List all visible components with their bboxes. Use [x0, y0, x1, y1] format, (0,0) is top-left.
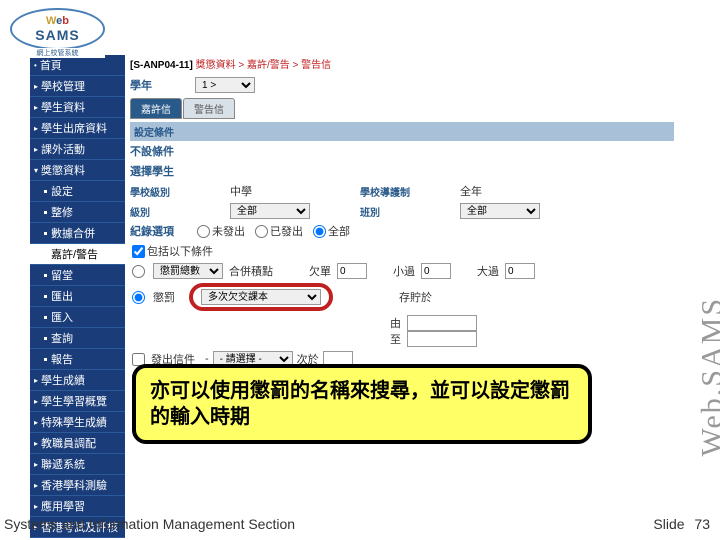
sidebar-item[interactable]: 匯出	[30, 286, 125, 307]
breadcrumb: [S-ANP04-11] 獎懲資料 > 嘉許/警告 > 警告信	[130, 56, 674, 71]
year-label: 學年	[130, 77, 195, 93]
tab-commend[interactable]: 嘉許信	[130, 98, 182, 119]
sidebar-item[interactable]: ▾獎懲資料	[30, 160, 125, 181]
tab-bar: 嘉許信 警告信	[130, 98, 674, 119]
level-value: 中學	[230, 183, 340, 199]
class-select[interactable]: 全部	[230, 203, 310, 219]
input-l1[interactable]	[337, 263, 367, 279]
record-label: 紀錄選項	[130, 223, 195, 239]
date-to[interactable]	[407, 331, 477, 347]
radio-puntotal[interactable]	[132, 265, 145, 278]
include-label: 包括以下條件	[147, 243, 213, 259]
teacher-value: 全年	[460, 183, 570, 199]
puntotal-select[interactable]: 懲罰總數	[153, 263, 223, 279]
sidebar-item[interactable]: ▸教職員調配	[30, 433, 125, 454]
highlight-punishment: 多次欠交課本	[189, 283, 333, 311]
tab-warn[interactable]: 警告信	[183, 98, 235, 119]
footer-left: Systems and Information Management Secti…	[4, 516, 295, 532]
sidebar-item[interactable]: ▸學生學習概覽	[30, 391, 125, 412]
sidebar-item[interactable]: 設定	[30, 181, 125, 202]
class-label: 級別	[130, 204, 210, 219]
sidebar-item[interactable]: 匯入	[30, 307, 125, 328]
sidebar-item[interactable]: 留堂	[30, 265, 125, 286]
sidebar-item[interactable]: ▸香港學科測驗	[30, 475, 125, 496]
sidebar-item[interactable]: ▸學生成績	[30, 370, 125, 391]
opt-sel: 選擇學生	[130, 163, 195, 179]
sidebar-item[interactable]: ▸學生出席資料	[30, 118, 125, 139]
opt-free: 不設條件	[130, 143, 195, 159]
slide-footer: Systems and Information Management Secti…	[4, 516, 710, 532]
sidebar-item[interactable]: ▸學生資料	[30, 97, 125, 118]
sidebar-item[interactable]: 查詢	[30, 328, 125, 349]
sidebar-item[interactable]: ▸特殊學生成績	[30, 412, 125, 433]
year-select[interactable]: 1 >	[195, 77, 255, 93]
input-l3[interactable]	[505, 263, 535, 279]
sidebar-item[interactable]: ▸課外活動	[30, 139, 125, 160]
callout-box: 亦可以使用懲罰的名稱來搜尋，並可以設定懲罰的輸入時期	[132, 364, 592, 444]
left-sidebar: •首頁▸學校管理▸學生資料▸學生出席資料▸課外活動▾獎懲資料設定整修數據合併嘉許…	[30, 55, 125, 538]
websams-logo: Web SAMS 網上校管系統	[10, 8, 105, 50]
radio-issued[interactable]	[255, 225, 268, 238]
sidebar-item[interactable]: ▸學校管理	[30, 76, 125, 97]
radio-all[interactable]	[313, 225, 326, 238]
radio-unissued[interactable]	[197, 225, 210, 238]
watermark-text: Web.SAMS	[695, 297, 720, 456]
teacher-label: 學校導護制	[360, 184, 440, 199]
radio-pun2[interactable]	[132, 291, 145, 304]
sidebar-item[interactable]: 嘉許/警告	[30, 244, 125, 265]
level-label: 學校級別	[130, 184, 210, 199]
sidebar-item[interactable]: 整修	[30, 202, 125, 223]
section-header: 設定條件	[130, 122, 674, 141]
include-checkbox[interactable]	[132, 245, 145, 258]
sidebar-item[interactable]: ▸應用學習	[30, 496, 125, 517]
sidebar-item[interactable]: •首頁	[30, 55, 125, 76]
sidebar-item[interactable]: ▸聯遞系統	[30, 454, 125, 475]
sidebar-item[interactable]: 報告	[30, 349, 125, 370]
punishment-name-select[interactable]: 多次欠交課本	[201, 289, 321, 305]
group-label: 班別	[360, 204, 440, 219]
date-from[interactable]	[407, 315, 477, 331]
group-select[interactable]: 全部	[460, 203, 540, 219]
input-l2[interactable]	[421, 263, 451, 279]
sidebar-item[interactable]: 數據合併	[30, 223, 125, 244]
